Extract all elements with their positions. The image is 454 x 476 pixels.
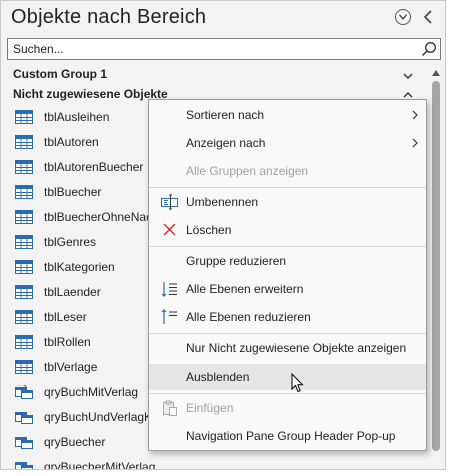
list-item-label: tblKategorien: [44, 260, 115, 274]
menu-item-label: Nur Nicht zugewiesene Objekte anzeigen: [186, 341, 407, 355]
list-item-label: qryBuchUndVerlagK: [44, 410, 153, 424]
menu-item-label: Gruppe reduzieren: [186, 254, 287, 268]
vertical-scrollbar[interactable]: [429, 67, 443, 469]
list-item[interactable]: tblAutoren: [15, 132, 99, 152]
table-icon: [15, 135, 33, 149]
list-item-label: tblAutorenBuecher: [44, 160, 144, 174]
menu-item-alle-gruppen-anzeigen: Alle Gruppen anzeigen: [149, 158, 426, 184]
table-icon: [15, 310, 33, 324]
menu-item-label: Alle Ebenen erweitern: [186, 282, 304, 296]
table-icon: [15, 210, 33, 224]
expand-all-icon: [161, 282, 177, 297]
list-item[interactable]: qryBuecher: [15, 432, 105, 452]
pane-title: Objekte nach Bereich: [11, 6, 207, 28]
mouse-cursor-icon: [291, 373, 304, 393]
group-header-custom-group-1[interactable]: Custom Group 1: [13, 67, 107, 81]
table-icon: [15, 360, 33, 374]
query-icon: [15, 462, 33, 469]
list-item[interactable]: tblLeser: [15, 307, 87, 327]
chevron-down-icon: [399, 14, 407, 20]
query-icon: [15, 412, 33, 424]
menu-item-gruppe-reduzieren[interactable]: Gruppe reduzieren: [149, 248, 426, 274]
collapse-all-icon: [161, 309, 177, 324]
table-icon: [15, 160, 33, 174]
menu-item-label: Sortieren nach: [186, 108, 265, 122]
scroll-up-arrow-icon[interactable]: [431, 69, 441, 77]
list-item[interactable]: tblAusleihen: [15, 107, 109, 127]
paste-icon: [163, 400, 177, 416]
menu-item-einfuegen: Einfügen: [149, 395, 426, 421]
list-item-label: tblVerlage: [44, 360, 98, 374]
menu-item-label: Anzeigen nach: [186, 136, 266, 150]
menu-item-label: Navigation Pane Group Header Pop-up: [186, 429, 396, 443]
menu-item-alle-ebenen-erweitern[interactable]: Alle Ebenen erweitern: [149, 276, 426, 302]
query-icon: [15, 385, 33, 399]
list-item-label: tblGenres: [44, 235, 97, 249]
table-icon: [15, 110, 33, 124]
list-item[interactable]: tblAutorenBuecher: [15, 157, 143, 177]
menu-item-label: Umbenennen: [186, 195, 259, 209]
list-item-label: qryBuecherMitVerlag: [44, 460, 156, 470]
rename-icon: [161, 194, 178, 210]
list-item[interactable]: tblLaender: [15, 282, 101, 302]
menu-item-anzeigen-nach[interactable]: Anzeigen nach: [149, 130, 426, 156]
collapse-pane-button[interactable]: [421, 9, 435, 25]
list-item[interactable]: qryBuchMitVerlag: [15, 382, 138, 402]
table-icon: [15, 185, 33, 199]
list-item[interactable]: tblBuecherOhneNac: [15, 207, 152, 227]
menu-item-navigation-pane-popup[interactable]: Navigation Pane Group Header Pop-up: [149, 423, 426, 449]
chevron-down-icon[interactable]: [403, 71, 413, 81]
list-item-label: qryBuchMitVerlag: [44, 385, 139, 399]
table-icon: [15, 285, 33, 299]
menu-item-sortieren-nach[interactable]: Sortieren nach: [149, 102, 426, 128]
menu-separator: [149, 187, 426, 188]
table-icon: [15, 335, 33, 349]
list-item-label: tblLaender: [44, 285, 101, 299]
table-icon: [15, 235, 33, 249]
menu-separator: [149, 246, 426, 247]
menu-item-alle-ebenen-reduzieren[interactable]: Alle Ebenen reduzieren: [149, 304, 426, 330]
query-icon: [15, 437, 33, 449]
list-item-label: qryBuecher: [44, 435, 106, 449]
menu-item-label: Einfügen: [186, 401, 234, 415]
list-item-label: tblAutoren: [44, 135, 99, 149]
search-box: [7, 38, 441, 60]
list-item[interactable]: qryBuecherMitVerlag: [15, 457, 156, 470]
chevron-right-icon: [412, 110, 418, 120]
menu-item-umbenennen[interactable]: Umbenennen: [149, 189, 426, 215]
list-item[interactable]: tblGenres: [15, 232, 96, 252]
menu-item-ausblenden[interactable]: Ausblenden: [149, 364, 426, 390]
menu-item-label: Löschen: [186, 223, 232, 237]
list-item-label: tblBuecherOhneNac: [44, 210, 153, 224]
pane-menu-button[interactable]: [395, 9, 411, 25]
menu-separator: [149, 393, 426, 394]
menu-item-label: Ausblenden: [186, 370, 250, 384]
list-item[interactable]: tblKategorien: [15, 257, 115, 277]
list-item-label: tblRollen: [44, 335, 91, 349]
title-buttons: [395, 9, 435, 25]
list-item[interactable]: qryBuchUndVerlagK: [15, 407, 152, 427]
delete-x-icon: [163, 223, 176, 236]
context-menu: Sortieren nach Anzeigen nach Alle Gruppe…: [148, 99, 427, 451]
group-header-nicht-zugewiesene[interactable]: Nicht zugewiesene Objekte: [13, 87, 168, 101]
menu-item-label: Alle Gruppen anzeigen: [186, 164, 309, 178]
table-icon: [15, 260, 33, 274]
search-icon[interactable]: [421, 41, 437, 57]
menu-separator: [149, 333, 426, 334]
list-item-label: tblBuecher: [44, 185, 102, 199]
scrollbar-thumb[interactable]: [432, 81, 440, 451]
list-item[interactable]: tblRollen: [15, 332, 91, 352]
menu-item-loeschen[interactable]: Löschen: [149, 217, 426, 243]
chevron-right-icon: [412, 138, 418, 148]
list-item-label: tblLeser: [44, 310, 87, 324]
list-item-label: tblAusleihen: [44, 110, 110, 124]
list-item[interactable]: tblBuecher: [15, 182, 101, 202]
menu-item-nur-nicht-zugewiesene[interactable]: Nur Nicht zugewiesene Objekte anzeigen: [149, 335, 426, 361]
list-item[interactable]: tblVerlage: [15, 357, 97, 377]
search-input[interactable]: [8, 39, 408, 59]
menu-item-label: Alle Ebenen reduzieren: [186, 310, 311, 324]
